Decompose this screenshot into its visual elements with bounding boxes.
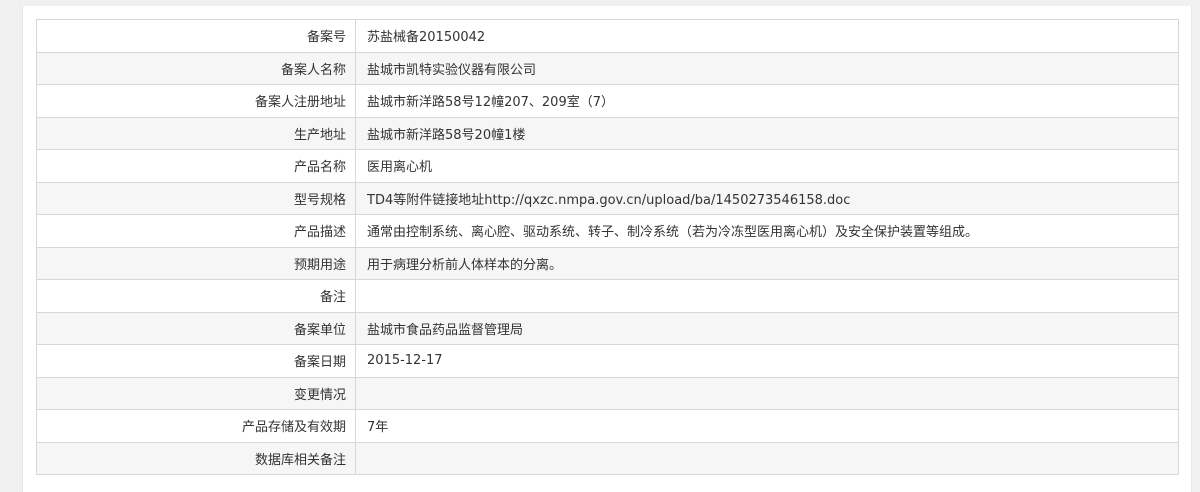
- label-production-address: 生产地址: [36, 116, 356, 150]
- row-product-name: 产品名称 医用离心机: [36, 149, 1179, 183]
- row-remarks: 备注: [36, 279, 1179, 313]
- label-database-remarks: 数据库相关备注: [36, 441, 356, 475]
- row-registered-address: 备案人注册地址 盐城市新洋路58号12幢207、209室（7）: [36, 84, 1179, 118]
- row-filer-name: 备案人名称 盐城市凯特实验仪器有限公司: [36, 51, 1179, 85]
- row-filing-unit: 备案单位 盐城市食品药品监督管理局: [36, 311, 1179, 345]
- row-model-spec: 型号规格 TD4等附件链接地址http://qxzc.nmpa.gov.cn/u…: [36, 181, 1179, 215]
- label-remarks: 备注: [36, 279, 356, 313]
- record-panel: 备案号 苏盐械备20150042 备案人名称 盐城市凯特实验仪器有限公司 备案人…: [22, 6, 1192, 492]
- row-storage-validity: 产品存储及有效期 7年: [36, 409, 1179, 443]
- label-product-description: 产品描述: [36, 214, 356, 248]
- label-registered-address: 备案人注册地址: [36, 84, 356, 118]
- value-changes: [355, 376, 1179, 410]
- label-filing-number: 备案号: [36, 19, 356, 53]
- label-intended-use: 预期用途: [36, 246, 356, 280]
- row-product-description: 产品描述 通常由控制系统、离心腔、驱动系统、转子、制冷系统（若为冷冻型医用离心机…: [36, 214, 1179, 248]
- value-model-spec: TD4等附件链接地址http://qxzc.nmpa.gov.cn/upload…: [355, 181, 1179, 215]
- value-filing-unit: 盐城市食品药品监督管理局: [355, 311, 1179, 345]
- value-production-address: 盐城市新洋路58号20幢1楼: [355, 116, 1179, 150]
- value-intended-use: 用于病理分析前人体样本的分离。: [355, 246, 1179, 280]
- label-changes: 变更情况: [36, 376, 356, 410]
- label-filer-name: 备案人名称: [36, 51, 356, 85]
- row-filing-date: 备案日期 2015-12-17: [36, 344, 1179, 378]
- row-changes: 变更情况: [36, 376, 1179, 410]
- record-table: 备案号 苏盐械备20150042 备案人名称 盐城市凯特实验仪器有限公司 备案人…: [36, 19, 1179, 475]
- value-filing-date: 2015-12-17: [355, 344, 1179, 378]
- row-filing-number: 备案号 苏盐械备20150042: [36, 19, 1179, 53]
- label-product-name: 产品名称: [36, 149, 356, 183]
- row-intended-use: 预期用途 用于病理分析前人体样本的分离。: [36, 246, 1179, 280]
- label-filing-date: 备案日期: [36, 344, 356, 378]
- value-database-remarks: [355, 441, 1179, 475]
- row-production-address: 生产地址 盐城市新洋路58号20幢1楼: [36, 116, 1179, 150]
- label-storage-validity: 产品存储及有效期: [36, 409, 356, 443]
- label-filing-unit: 备案单位: [36, 311, 356, 345]
- row-database-remarks: 数据库相关备注: [36, 441, 1179, 475]
- value-filer-name: 盐城市凯特实验仪器有限公司: [355, 51, 1179, 85]
- value-product-description: 通常由控制系统、离心腔、驱动系统、转子、制冷系统（若为冷冻型医用离心机）及安全保…: [355, 214, 1179, 248]
- value-registered-address: 盐城市新洋路58号12幢207、209室（7）: [355, 84, 1179, 118]
- value-filing-number: 苏盐械备20150042: [355, 19, 1179, 53]
- label-model-spec: 型号规格: [36, 181, 356, 215]
- value-remarks: [355, 279, 1179, 313]
- value-product-name: 医用离心机: [355, 149, 1179, 183]
- value-storage-validity: 7年: [355, 409, 1179, 443]
